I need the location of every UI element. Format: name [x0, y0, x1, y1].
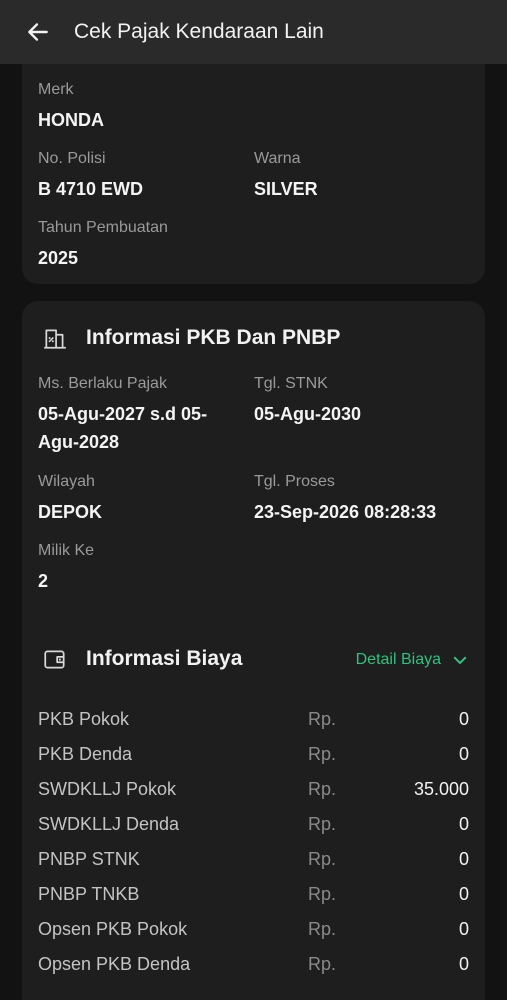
fee-name: PKB Denda: [38, 744, 133, 764]
fee-amount: 35.000: [413, 779, 469, 799]
nopol-field: No. Polisi B 4710 EWD: [38, 149, 143, 203]
fee-row: SWDKLLJ Pokok Rp. 35.000: [38, 772, 469, 807]
stnk-value: 05-Agu-2030: [254, 404, 362, 424]
fee-name: Opsen PKB Pokok: [38, 919, 188, 939]
fee-name: Opsen PKB Denda: [38, 954, 191, 974]
fee-currency: Rp.: [308, 814, 337, 834]
fee-amount: 0: [458, 849, 469, 869]
biaya-card-header: Informasi Biaya: [40, 644, 242, 674]
fee-row: PNBP TNKB Rp. 0: [38, 877, 469, 912]
fee-name: PNBP TNKB: [38, 884, 140, 904]
fee-currency: Rp.: [308, 849, 337, 869]
fee-row: Opsen PKB Pokok Rp. 0: [38, 912, 469, 947]
berlaku-field: Ms. Berlaku Pajak 05-Agu-2027 s.d 05- Ag…: [38, 374, 207, 456]
fee-name: SWDKLLJ Denda: [38, 814, 180, 834]
stnk-label: Tgl. STNK: [254, 375, 328, 392]
berlaku-value-line1: 05-Agu-2027 s.d 05-: [38, 404, 208, 424]
fee-currency: Rp.: [308, 954, 337, 974]
app-bar: Cek Pajak Kendaraan Lain: [0, 0, 507, 64]
wilayah-value: DEPOK: [38, 502, 103, 522]
wallet-icon: [40, 644, 70, 674]
fee-amount: 0: [458, 954, 469, 974]
fee-currency: Rp.: [308, 884, 337, 904]
fee-currency: Rp.: [308, 744, 337, 764]
tax-building-icon: [40, 323, 70, 353]
tahun-label: Tahun Pembuatan: [38, 219, 168, 236]
fee-row: PNBP STNK Rp. 0: [38, 842, 469, 877]
pkb-card-header: Informasi PKB Dan PNBP: [40, 323, 340, 353]
merk-value: HONDA: [38, 110, 104, 130]
fee-amount: 0: [458, 814, 469, 834]
page-title: Cek Pajak Kendaraan Lain: [74, 20, 324, 43]
merk-label: Merk: [38, 81, 74, 98]
warna-field: Warna SILVER: [254, 149, 318, 203]
biaya-info-card: Informasi Biaya Detail Biaya PKB Pokok Rp…: [22, 622, 485, 1000]
vehicle-info-card: Merk HONDA No. Polisi B 4710 EWD Warna S…: [22, 64, 485, 284]
proses-value: 23-Sep-2026 08:28:33: [254, 502, 437, 522]
fee-row: PKB Pokok Rp. 0: [38, 702, 469, 737]
tahun-field: Tahun Pembuatan 2025: [38, 218, 168, 272]
milik-field: Milik Ke 2: [38, 541, 94, 595]
fee-currency: Rp.: [308, 709, 337, 729]
biaya-card-title: Informasi Biaya: [86, 647, 243, 670]
stnk-field: Tgl. STNK 05-Agu-2030: [254, 374, 361, 428]
milik-label: Milik Ke: [38, 542, 95, 559]
fee-amount: 0: [458, 744, 469, 764]
fee-amount: 0: [458, 884, 469, 904]
arrow-left-icon: [28, 23, 48, 41]
nopol-value: B 4710 EWD: [38, 179, 144, 199]
wilayah-label: Wilayah: [38, 473, 95, 490]
fee-row: SWDKLLJ Denda Rp. 0: [38, 807, 469, 842]
fee-name: SWDKLLJ Pokok: [38, 779, 177, 799]
fee-amount: 0: [458, 919, 469, 939]
content-scroll[interactable]: Merk HONDA No. Polisi B 4710 EWD Warna S…: [0, 64, 507, 1000]
warna-label: Warna: [254, 150, 301, 167]
fee-name: PKB Pokok: [38, 709, 130, 729]
pkb-card-title: Informasi PKB Dan PNBP: [86, 326, 341, 349]
berlaku-value-line2: Agu-2028: [38, 432, 120, 452]
tahun-value: 2025: [38, 248, 79, 268]
chevron-down-icon: [453, 656, 467, 664]
back-button[interactable]: [0, 0, 76, 64]
fee-currency: Rp.: [308, 919, 337, 939]
proses-field: Tgl. Proses 23-Sep-2026 08:28:33: [254, 472, 436, 526]
fee-currency: Rp.: [308, 779, 337, 799]
pkb-info-card: Informasi PKB Dan PNBP Ms. Berlaku Pajak…: [22, 301, 485, 669]
proses-label: Tgl. Proses: [254, 473, 335, 490]
fee-row: Opsen PKB Denda Rp. 0: [38, 947, 469, 982]
detail-biaya-toggle[interactable]: Detail Biaya: [356, 651, 469, 669]
warna-value: SILVER: [254, 179, 318, 199]
merk-field: Merk HONDA: [38, 80, 104, 134]
milik-value: 2: [38, 571, 49, 591]
detail-biaya-label: Detail Biaya: [355, 651, 441, 668]
nopol-label: No. Polisi: [38, 150, 106, 167]
fee-row: PKB Denda Rp. 0: [38, 737, 469, 772]
berlaku-value: 05-Agu-2027 s.d 05- Agu-2028: [38, 400, 207, 456]
fee-amount: 0: [458, 709, 469, 729]
fee-name: PNBP STNK: [38, 849, 140, 869]
wilayah-field: Wilayah DEPOK: [38, 472, 102, 526]
berlaku-label: Ms. Berlaku Pajak: [38, 375, 167, 392]
